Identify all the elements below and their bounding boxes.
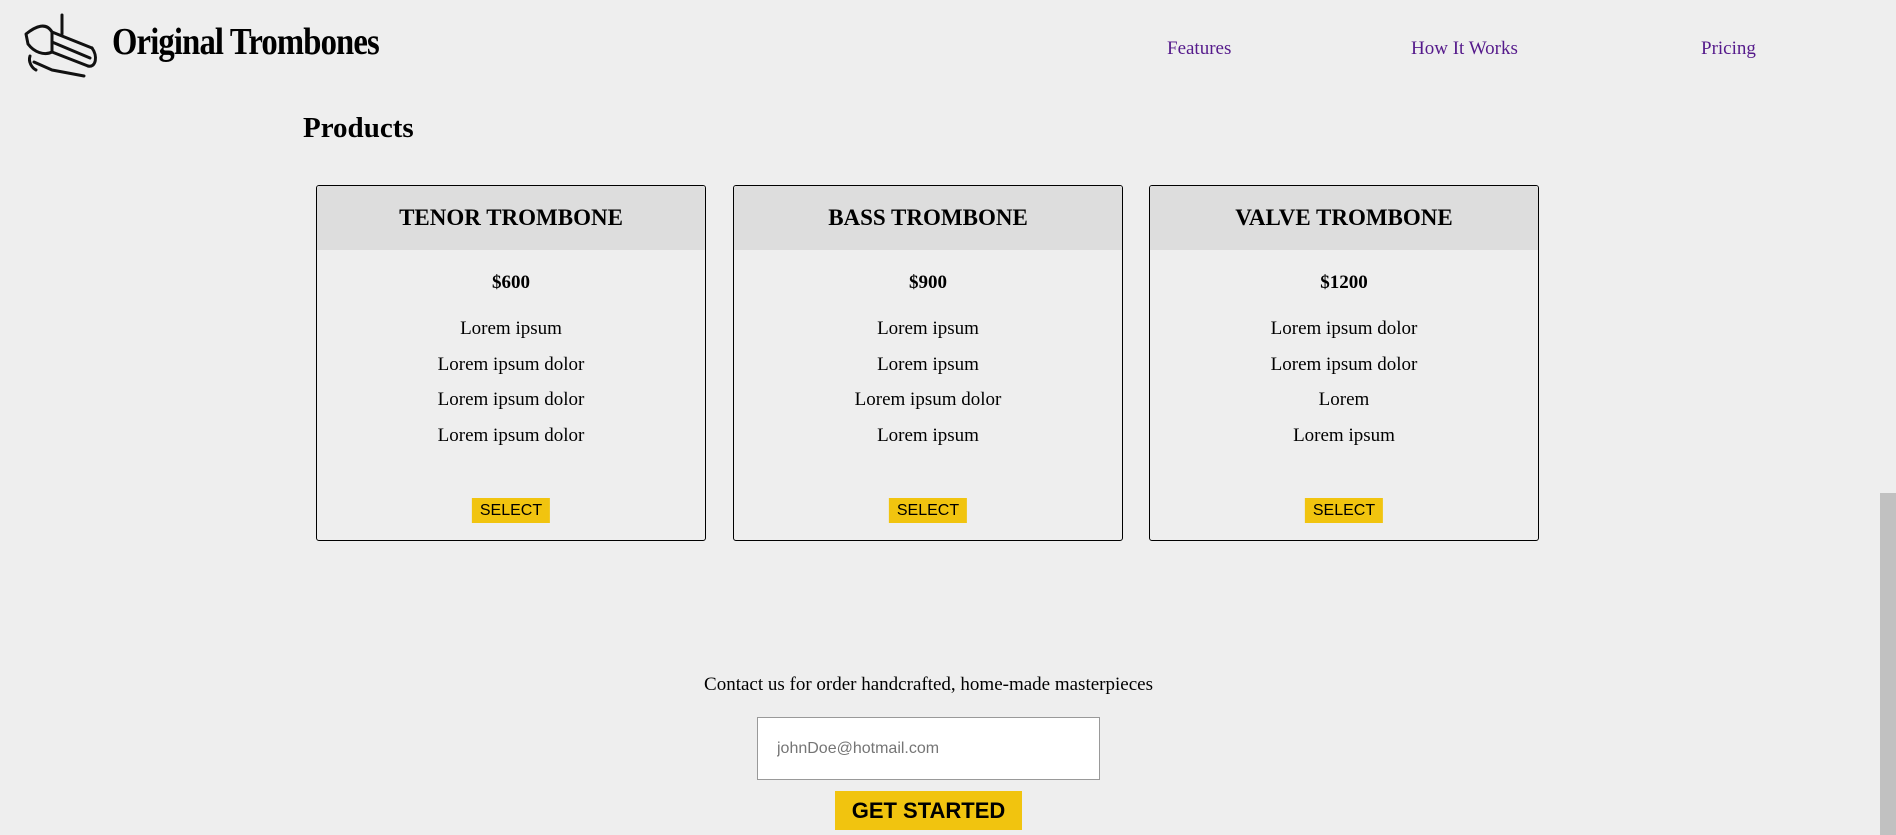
email-field[interactable] [757, 717, 1100, 780]
products-title: Products [303, 112, 414, 144]
site-header: Original Trombones Features How It Works… [0, 0, 1880, 100]
scrollbar-track[interactable] [1880, 0, 1896, 835]
nav-link-pricing[interactable]: Pricing [1701, 38, 1756, 60]
product-price: $1200 [1320, 272, 1368, 293]
brand-name: Original Trombones [112, 21, 380, 63]
select-button-bass[interactable]: SELECT [888, 498, 968, 523]
feature-item: Lorem ipsum dolor [1270, 353, 1418, 375]
product-price: $600 [492, 272, 530, 293]
product-name: VALVE TROMBONE [1150, 186, 1538, 250]
product-card-bass: BASS TROMBONE $900 Lorem ipsum Lorem ips… [733, 185, 1123, 541]
trombone-icon[interactable] [22, 12, 98, 78]
product-card-tenor: TENOR TROMBONE $600 Lorem ipsum Lorem ip… [316, 185, 706, 541]
feature-item: Lorem ipsum dolor [854, 389, 1002, 410]
feature-list: Lorem ipsum dolor Lorem ipsum dolor Lore… [1150, 318, 1538, 460]
feature-list: Lorem ipsum Lorem ipsum dolor Lorem ipsu… [317, 318, 705, 460]
feature-item: Lorem ipsum [460, 318, 562, 339]
feature-item: Lorem ipsum dolor [437, 389, 585, 410]
feature-item: Lorem ipsum [877, 318, 979, 339]
product-card-valve: VALVE TROMBONE $1200 Lorem ipsum dolor L… [1149, 185, 1539, 541]
feature-item: Lorem ipsum [877, 353, 979, 375]
product-price: $900 [909, 272, 947, 293]
feature-item: Lorem ipsum [1293, 424, 1395, 446]
feature-item: Lorem ipsum dolor [437, 353, 585, 375]
feature-item: Lorem ipsum dolor [1270, 318, 1418, 339]
feature-item: Lorem ipsum dolor [437, 424, 585, 446]
nav-link-how-it-works[interactable]: How It Works [1411, 38, 1518, 60]
product-name: BASS TROMBONE [734, 186, 1122, 250]
get-started-button[interactable]: GET STARTED [835, 791, 1022, 830]
feature-list: Lorem ipsum Lorem ipsum Lorem ipsum dolo… [734, 318, 1122, 460]
scrollbar-thumb[interactable] [1880, 493, 1896, 835]
nav-link-features[interactable]: Features [1167, 38, 1231, 60]
feature-item: Lorem [1318, 389, 1370, 410]
product-name: TENOR TROMBONE [317, 186, 705, 250]
feature-item: Lorem ipsum [877, 424, 979, 446]
select-button-tenor[interactable]: SELECT [471, 498, 551, 523]
select-button-valve[interactable]: SELECT [1304, 498, 1384, 523]
contact-text: Contact us for order handcrafted, home-m… [704, 674, 1153, 695]
